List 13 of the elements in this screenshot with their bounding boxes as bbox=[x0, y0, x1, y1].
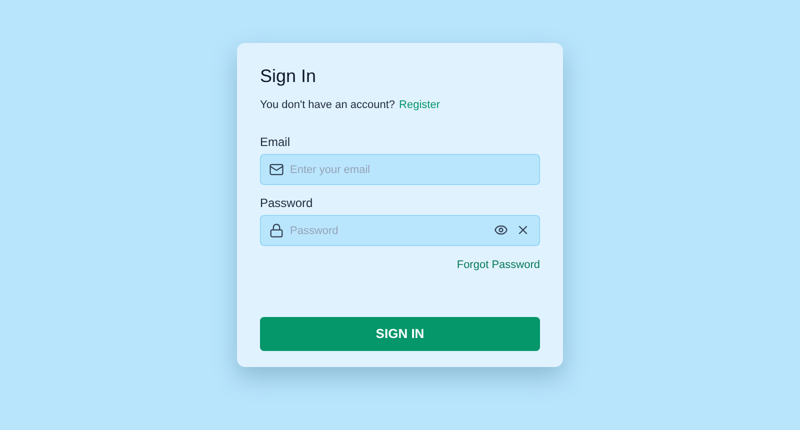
card-title: Sign In bbox=[260, 65, 316, 87]
lock-icon bbox=[269, 223, 284, 238]
show-password-icon[interactable] bbox=[494, 223, 508, 237]
field-label: Email bbox=[260, 134, 290, 150]
forgot-password-link[interactable]: Forgot Password bbox=[456, 258, 540, 272]
mail-icon bbox=[269, 162, 284, 177]
sign-in-button[interactable]: SIGN IN bbox=[260, 317, 540, 351]
account-prompt: You don't have an account? bbox=[260, 98, 396, 113]
field-label: Password bbox=[260, 195, 313, 211]
clear-icon[interactable] bbox=[516, 223, 530, 237]
register-link[interactable]: Register bbox=[399, 97, 440, 113]
email-field[interactable]: Enter your email bbox=[260, 154, 540, 185]
password-field[interactable]: Password bbox=[260, 215, 540, 246]
